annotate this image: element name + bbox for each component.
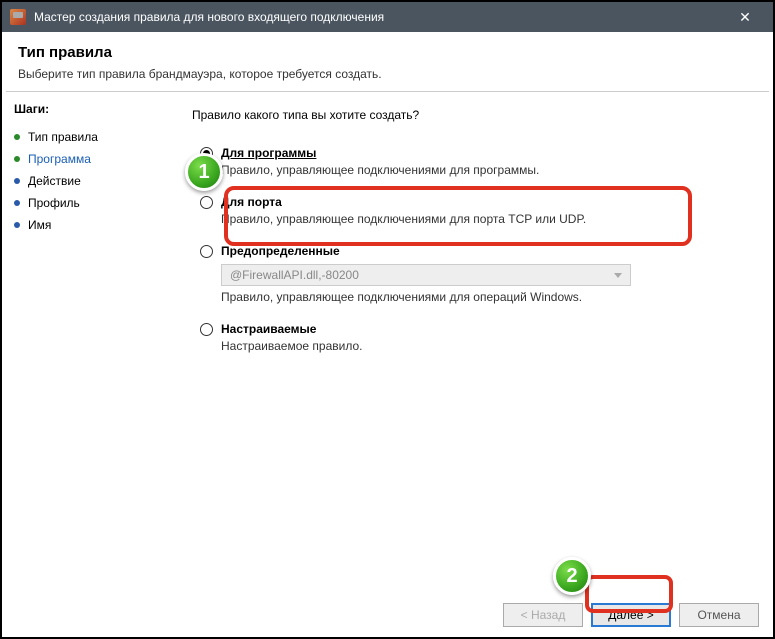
step-label: Имя <box>28 218 51 232</box>
bullet-icon <box>14 178 20 184</box>
option-predefined-desc: Правило, управляющее подключениями для о… <box>221 290 751 304</box>
header: Тип правила Выберите тип правила брандма… <box>2 32 773 91</box>
bullet-icon <box>14 134 20 140</box>
predefined-combo[interactable]: @FirewallAPI.dll,-80200 <box>221 264 631 286</box>
steps-heading: Шаги: <box>14 102 164 116</box>
step-name[interactable]: Имя <box>14 214 164 236</box>
bullet-icon <box>14 156 20 162</box>
step-label: Профиль <box>28 196 80 210</box>
option-predefined: Предопределенные @FirewallAPI.dll,-80200… <box>192 244 751 304</box>
step-label: Программа <box>28 152 91 166</box>
option-port-label[interactable]: Для порта <box>221 195 282 209</box>
radio-program[interactable] <box>200 147 213 160</box>
option-custom-desc: Настраиваемое правило. <box>221 339 751 353</box>
content-pane: Правило какого типа вы хотите создать? Д… <box>176 92 773 580</box>
body: Шаги: Тип правила Программа Действие Про… <box>2 92 773 580</box>
option-program: Для программы Правило, управляющее подкл… <box>192 146 751 177</box>
option-program-label[interactable]: Для программы <box>221 146 316 160</box>
wizard-window: Мастер создания правила для нового входя… <box>0 0 775 639</box>
option-port: Для порта Правило, управляющее подключен… <box>192 195 751 226</box>
option-port-desc: Правило, управляющее подключениями для п… <box>221 212 751 226</box>
combo-value: @FirewallAPI.dll,-80200 <box>230 268 359 282</box>
close-button[interactable]: ✕ <box>725 2 765 32</box>
back-button: < Назад <box>503 603 583 627</box>
page-title: Тип правила <box>18 44 757 61</box>
option-custom: Настраиваемые Настраиваемое правило. <box>192 322 751 353</box>
bullet-icon <box>14 200 20 206</box>
step-label: Действие <box>28 174 81 188</box>
radio-predefined[interactable] <box>200 245 213 258</box>
step-program[interactable]: Программа <box>14 148 164 170</box>
option-predefined-label[interactable]: Предопределенные <box>221 244 340 258</box>
footer-buttons: < Назад Далее > Отмена <box>503 603 759 627</box>
step-profile[interactable]: Профиль <box>14 192 164 214</box>
step-rule-type[interactable]: Тип правила <box>14 126 164 148</box>
page-subtitle: Выберите тип правила брандмауэра, которо… <box>18 67 757 81</box>
cancel-button[interactable]: Отмена <box>679 603 759 627</box>
radio-port[interactable] <box>200 196 213 209</box>
next-button[interactable]: Далее > <box>591 603 671 627</box>
step-action[interactable]: Действие <box>14 170 164 192</box>
window-title: Мастер создания правила для нового входя… <box>34 10 725 24</box>
option-custom-label[interactable]: Настраиваемые <box>221 322 316 336</box>
option-program-desc: Правило, управляющее подключениями для п… <box>221 163 751 177</box>
titlebar: Мастер создания правила для нового входя… <box>2 2 773 32</box>
content-question: Правило какого типа вы хотите создать? <box>192 108 751 122</box>
firewall-icon <box>10 9 26 25</box>
step-label: Тип правила <box>28 130 98 144</box>
bullet-icon <box>14 222 20 228</box>
radio-custom[interactable] <box>200 323 213 336</box>
steps-sidebar: Шаги: Тип правила Программа Действие Про… <box>2 92 176 580</box>
